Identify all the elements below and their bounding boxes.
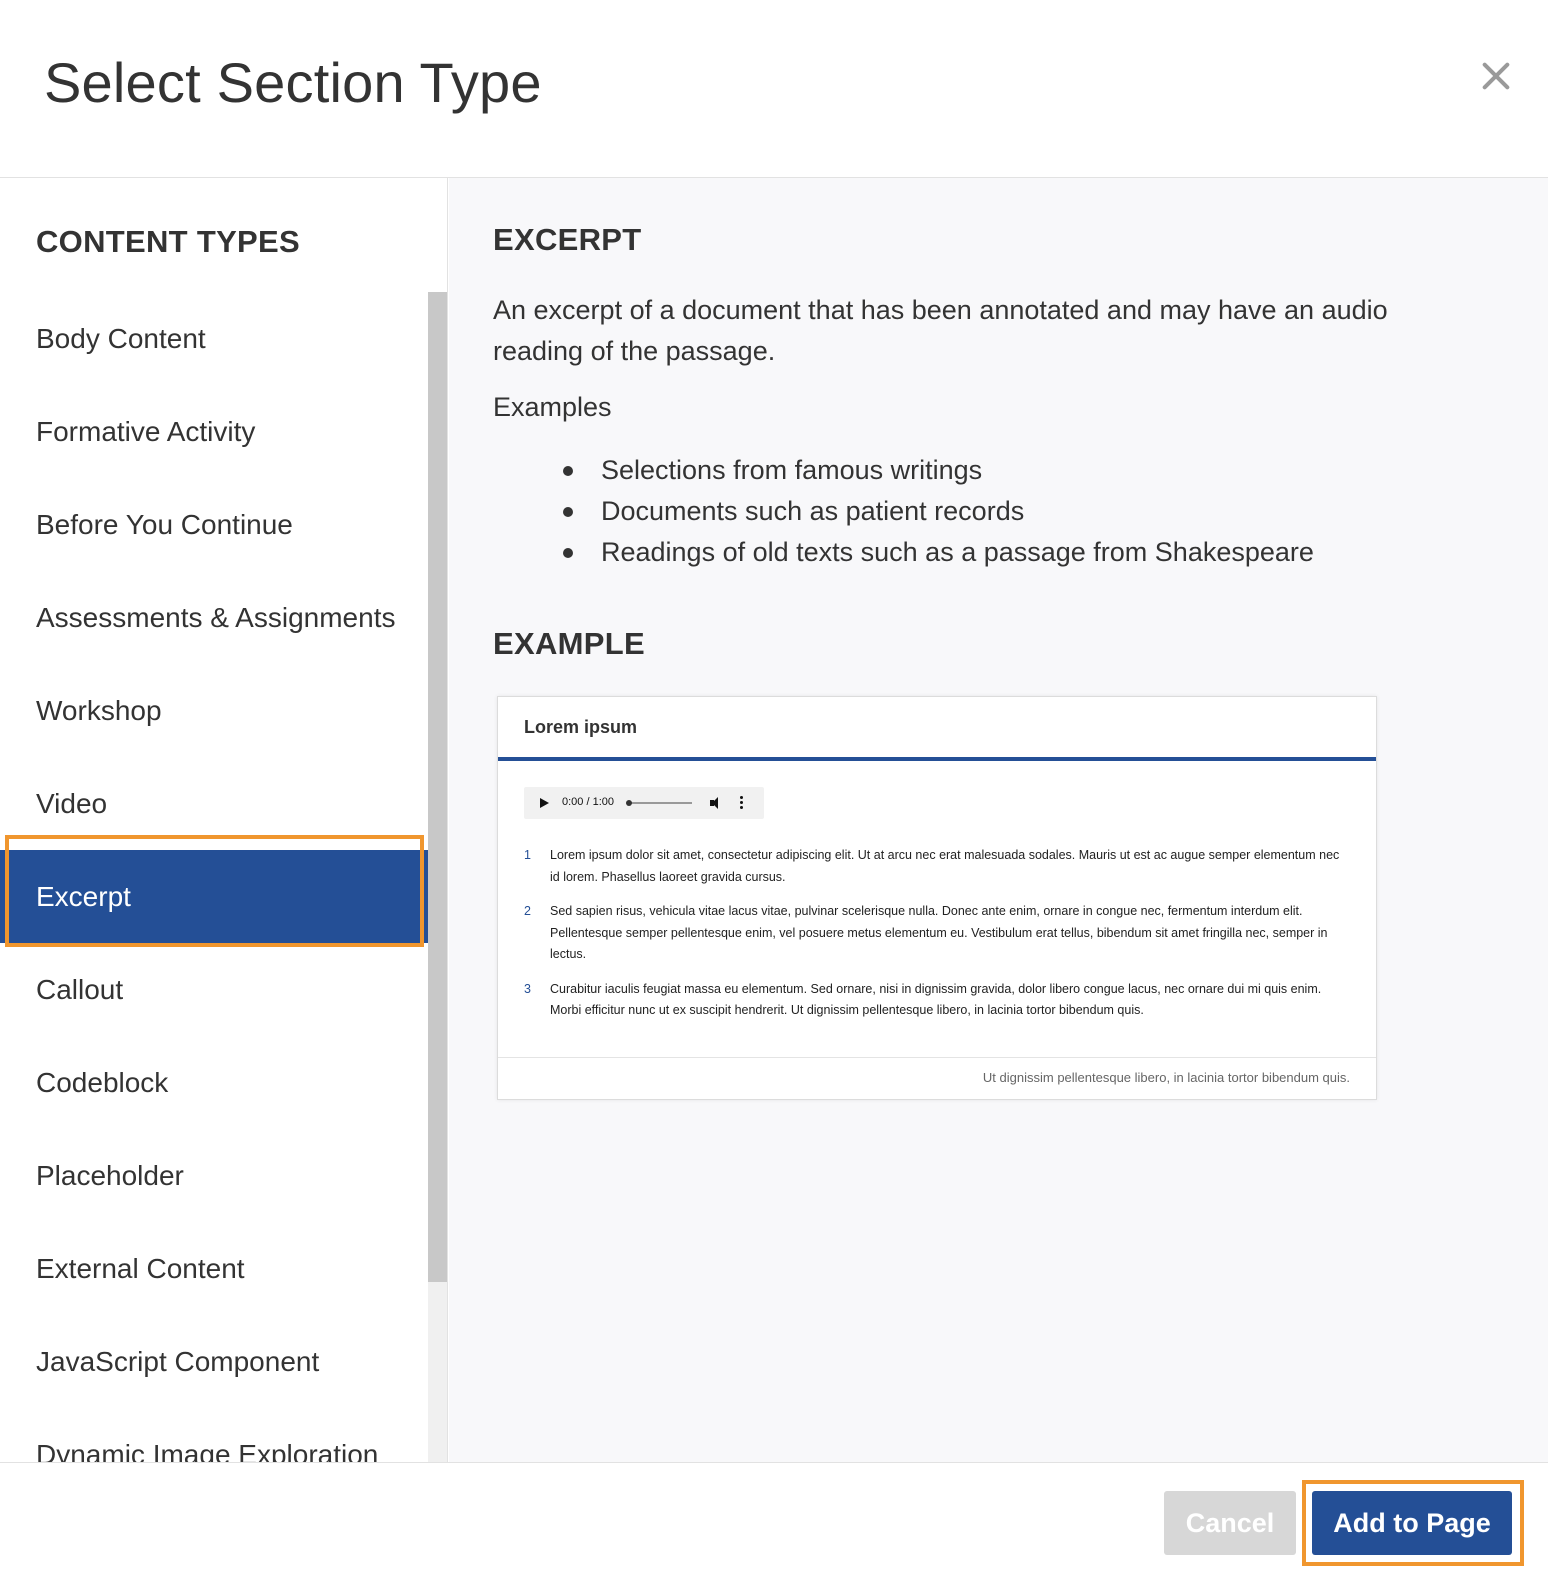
list-item: Selections from famous writings: [559, 450, 1314, 491]
cancel-button[interactable]: Cancel: [1164, 1491, 1296, 1555]
line-number: 2: [524, 904, 531, 918]
sidebar-item-body-content[interactable]: Body Content: [0, 292, 428, 385]
list-item: 1 Lorem ipsum dolor sit amet, consectetu…: [524, 845, 1344, 888]
list-item: 3 Curabitur iaculis feugiat massa eu ele…: [524, 979, 1344, 1022]
modal-title: Select Section Type: [44, 51, 542, 114]
line-number: 1: [524, 848, 531, 862]
sidebar-item-assessments-assignments[interactable]: Assessments & Assignments: [0, 571, 428, 664]
sidebar-item-javascript-component[interactable]: JavaScript Component: [0, 1315, 428, 1408]
list-item: 2 Sed sapien risus, vehicula vitae lacus…: [524, 901, 1344, 966]
detail-description: An excerpt of a document that has been a…: [493, 295, 1388, 366]
line-text: Sed sapien risus, vehicula vitae lacus v…: [550, 904, 1328, 961]
line-text: Curabitur iaculis feugiat massa eu eleme…: [550, 981, 1322, 1018]
audio-progress-track: [628, 802, 692, 804]
preview-caption: Ut dignissim pellentesque libero, in lac…: [982, 1070, 1350, 1085]
preview-title: Lorem ipsum: [524, 717, 638, 737]
more-options-icon: [740, 796, 744, 810]
sidebar-scrollbar[interactable]: [428, 292, 447, 1478]
sidebar-item-before-you-continue[interactable]: Before You Continue: [0, 478, 428, 571]
sidebar-item-workshop[interactable]: Workshop: [0, 664, 428, 757]
list-item: Readings of old texts such as a passage …: [559, 532, 1314, 573]
sidebar-item-codeblock[interactable]: Codeblock: [0, 1036, 428, 1129]
preview-footer: Ut dignissim pellentesque libero, in lac…: [498, 1057, 1376, 1099]
add-to-page-button[interactable]: Add to Page: [1312, 1491, 1512, 1555]
audio-time: 0:00 / 1:00: [562, 796, 614, 808]
excerpt-lines: 1 Lorem ipsum dolor sit amet, consectetu…: [524, 845, 1344, 1035]
line-text: Lorem ipsum dolor sit amet, consectetur …: [550, 848, 1340, 884]
sidebar-heading: CONTENT TYPES: [36, 224, 300, 259]
volume-icon: [710, 797, 724, 809]
section-type-details: EXCERPT An excerpt of a document that ha…: [449, 178, 1548, 1478]
audio-progress-knob: [626, 800, 632, 806]
content-types-sidebar: CONTENT TYPES Body Content Formative Act…: [0, 178, 448, 1478]
detail-heading: EXCERPT: [493, 222, 642, 257]
close-icon[interactable]: [1474, 54, 1518, 98]
example-heading: EXAMPLE: [493, 626, 645, 661]
sidebar-item-external-content[interactable]: External Content: [0, 1222, 428, 1315]
select-section-type-modal: Select Section Type CONTENT TYPES Body C…: [0, 0, 1548, 1588]
line-number: 3: [524, 981, 531, 996]
sidebar-item-excerpt[interactable]: Excerpt: [0, 850, 428, 943]
example-preview: Lorem ipsum 0:00 / 1:00 1 Lorem ipsum do…: [497, 696, 1377, 1100]
modal-header: Select Section Type: [0, 0, 1548, 178]
sidebar-item-video[interactable]: Video: [0, 757, 428, 850]
modal-footer: Cancel Add to Page: [0, 1462, 1548, 1588]
play-icon: [540, 798, 549, 808]
sidebar-item-placeholder[interactable]: Placeholder: [0, 1129, 428, 1222]
preview-divider: [498, 757, 1376, 761]
content-types-list: Body Content Formative Activity Before Y…: [0, 292, 428, 1478]
sidebar-item-formative-activity[interactable]: Formative Activity: [0, 385, 428, 478]
list-item: Documents such as patient records: [559, 491, 1314, 532]
sidebar-item-callout[interactable]: Callout: [0, 943, 428, 1036]
examples-list: Selections from famous writings Document…: [559, 450, 1314, 573]
audio-player: 0:00 / 1:00: [524, 787, 764, 819]
sidebar-scrollbar-thumb[interactable]: [428, 292, 447, 1282]
examples-label: Examples: [493, 392, 612, 422]
